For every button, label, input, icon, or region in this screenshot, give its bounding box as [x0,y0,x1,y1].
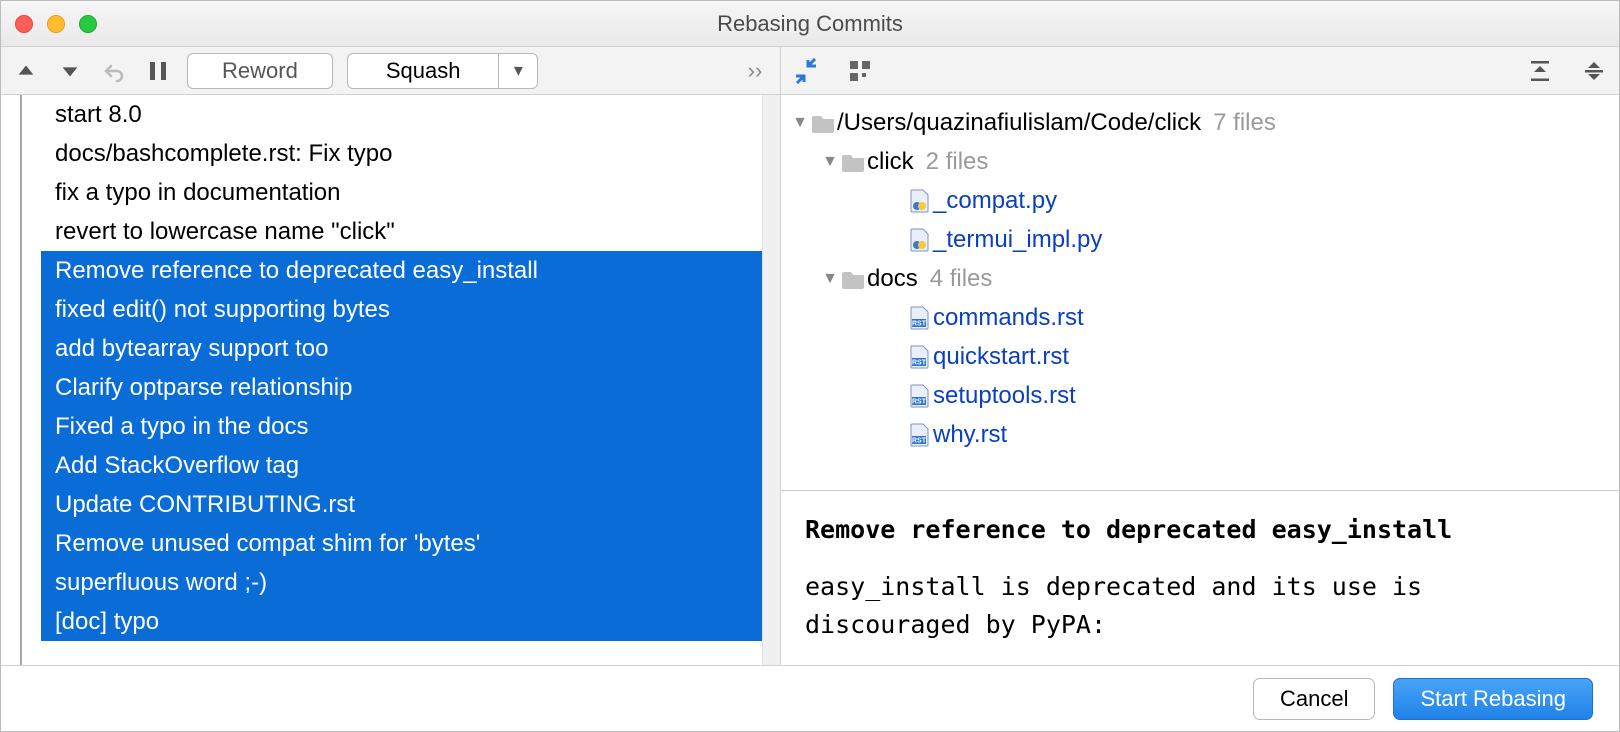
commit-row[interactable]: fix a typo in documentation [41,173,762,212]
file-tree-row[interactable]: RST setuptools.rst [789,376,1609,415]
commit-row[interactable]: [doc] typo [41,602,762,641]
commit-row[interactable]: add bytearray support too [41,329,762,368]
move-up-icon[interactable] [11,56,41,86]
tree-toggle-icon[interactable]: ▼ [819,270,841,288]
commit-row[interactable]: revert to lowercase name "click" [41,212,762,251]
scrollbar[interactable] [762,95,780,665]
commit-message-body: easy_install is deprecated and its use i… [805,568,1595,646]
commit-row[interactable]: Update CONTRIBUTING.rst [41,485,762,524]
expand-all-icon[interactable] [1525,56,1555,86]
window-zoom-button[interactable] [79,15,97,33]
file-tree-row[interactable]: RST why.rst [789,415,1609,454]
commit-message-title: Remove reference to deprecated easy_inst… [805,511,1595,550]
commit-graph-column [1,95,41,665]
file-tree-row[interactable]: _compat.py [789,181,1609,220]
detail-pane: ▼ /Users/quazinafiulislam/Code/click 7 fil… [781,95,1619,665]
commit-row[interactable]: Clarify optparse relationship [41,368,762,407]
commit-list[interactable]: start 8.0docs/bashcomplete.rst: Fix typo… [41,95,762,665]
tree-hint: 2 files [926,148,989,176]
file-icon: RST [907,384,933,408]
commit-list-pane: start 8.0docs/bashcomplete.rst: Fix typo… [1,95,781,665]
grid-icon[interactable] [845,56,875,86]
commit-row[interactable]: Fixed a typo in the docs [41,407,762,446]
commit-row[interactable]: fixed edit() not supporting bytes [41,290,762,329]
file-tree-row[interactable]: ▼ /Users/quazinafiulislam/Code/click 7 fil… [789,103,1609,142]
commit-row[interactable]: Add StackOverflow tag [41,446,762,485]
svg-text:RST: RST [912,398,927,405]
commit-row[interactable]: Remove reference to deprecated easy_inst… [41,251,762,290]
toolbar-overflow-icon[interactable]: ›› [740,56,770,86]
file-icon: RST [907,345,933,369]
tree-toggle-icon[interactable]: ▼ [789,114,811,132]
main-area: start 8.0docs/bashcomplete.rst: Fix typo… [1,95,1619,665]
commit-row[interactable]: start 8.0 [41,95,762,134]
commit-row[interactable]: docs/bashcomplete.rst: Fix typo [41,134,762,173]
toolbar: Reword Squash ▾ ›› [1,47,1619,95]
squash-dropdown-button[interactable]: ▾ [498,53,538,89]
tree-hint: 7 files [1213,109,1276,137]
file-tree-row[interactable]: RST quickstart.rst [789,337,1609,376]
commit-row[interactable]: superfluous word ;-) [41,563,762,602]
file-tree-row[interactable]: ▼ docs 4 files [789,259,1609,298]
squash-button[interactable]: Squash [347,53,499,89]
tree-label: docs [867,265,918,293]
dialog-footer: Cancel Start Rebasing [1,665,1619,731]
svg-text:RST: RST [912,359,927,366]
folder-icon [811,113,837,133]
move-down-icon[interactable] [55,56,85,86]
commit-row[interactable]: Remove unused compat shim for 'bytes' [41,524,762,563]
file-tree-row[interactable]: RST commands.rst [789,298,1609,337]
window-close-button[interactable] [15,15,33,33]
titlebar: Rebasing Commits [1,1,1619,47]
folder-icon [841,152,867,172]
tree-label: quickstart.rst [933,343,1069,371]
file-tree[interactable]: ▼ /Users/quazinafiulislam/Code/click 7 fil… [781,95,1619,490]
tree-label: click [867,148,914,176]
folder-icon [841,269,867,289]
commit-message-view: Remove reference to deprecated easy_inst… [781,490,1619,665]
file-icon [907,228,933,252]
tree-hint: 4 files [930,265,993,293]
tree-label: commands.rst [933,304,1084,332]
undo-icon[interactable] [99,56,129,86]
window-title: Rebasing Commits [1,11,1619,37]
tree-toggle-icon[interactable]: ▼ [819,153,841,171]
file-icon: RST [907,306,933,330]
file-tree-row[interactable]: _termui_impl.py [789,220,1609,259]
file-icon: RST [907,423,933,447]
chevron-down-icon: ▾ [514,60,523,81]
collapse-diff-icon[interactable] [791,56,821,86]
tree-label: why.rst [933,421,1007,449]
tree-label: setuptools.rst [933,382,1076,410]
pause-icon[interactable] [143,56,173,86]
collapse-all-icon[interactable] [1579,56,1609,86]
svg-text:RST: RST [912,320,927,327]
tree-label: _termui_impl.py [933,226,1102,254]
file-icon [907,189,933,213]
start-rebasing-button[interactable]: Start Rebasing [1393,678,1593,720]
reword-button[interactable]: Reword [187,53,333,89]
tree-label: /Users/quazinafiulislam/Code/click [837,109,1201,137]
tree-label: _compat.py [933,187,1057,215]
cancel-button[interactable]: Cancel [1253,678,1375,720]
window-minimize-button[interactable] [47,15,65,33]
svg-text:RST: RST [912,437,927,444]
file-tree-row[interactable]: ▼ click 2 files [789,142,1609,181]
